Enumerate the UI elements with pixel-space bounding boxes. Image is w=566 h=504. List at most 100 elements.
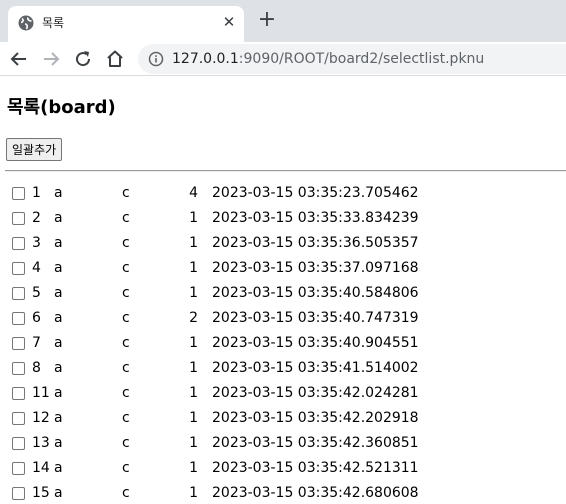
row-number: 8 (32, 360, 41, 376)
row-checkbox[interactable] (12, 462, 25, 475)
row-checkbox[interactable] (12, 337, 25, 350)
row-date: 2023-03-15 03:35:36.505357 (212, 235, 419, 251)
row-writer: c (122, 485, 130, 501)
row-date: 2023-03-15 03:35:40.747319 (212, 310, 419, 326)
row-checkbox[interactable] (12, 312, 25, 325)
row-checkbox[interactable] (12, 262, 25, 275)
row-writer: c (122, 385, 130, 401)
row-writer: c (122, 460, 130, 476)
row-number: 6 (32, 310, 41, 326)
page-title: 목록(board) (7, 97, 116, 118)
list-item: 13 a c 1 2023-03-15 03:35:42.360851 (0, 431, 566, 456)
row-count: 4 (189, 185, 198, 201)
row-count: 1 (189, 410, 198, 426)
info-icon[interactable] (148, 51, 164, 67)
list-item: 6 a c 2 2023-03-15 03:35:40.747319 (0, 306, 566, 331)
row-writer: c (122, 435, 130, 451)
row-title: a (54, 260, 63, 276)
row-title: a (54, 360, 63, 376)
row-number: 14 (32, 460, 50, 476)
new-tab-icon[interactable]: + (256, 9, 278, 32)
row-date: 2023-03-15 03:35:23.705462 (212, 185, 419, 201)
row-number: 12 (32, 410, 50, 426)
url-path: :9090/ROOT/board2/selectlist.pknu (238, 51, 485, 67)
row-number: 11 (32, 385, 50, 401)
row-date: 2023-03-15 03:35:41.514002 (212, 360, 419, 376)
row-writer: c (122, 210, 130, 226)
row-count: 1 (189, 385, 198, 401)
row-date: 2023-03-15 03:35:33.834239 (212, 210, 419, 226)
row-number: 5 (32, 285, 41, 301)
row-title: a (54, 235, 63, 251)
bulk-add-button[interactable]: 일괄추가 (6, 138, 63, 161)
row-writer: c (122, 260, 130, 276)
row-title: a (54, 460, 63, 476)
row-count: 1 (189, 435, 198, 451)
browser-toolbar: 127.0.0.1:9090/ROOT/board2/selectlist.pk… (0, 42, 566, 76)
list-item: 4 a c 1 2023-03-15 03:35:37.097168 (0, 256, 566, 281)
url-text: 127.0.0.1:9090/ROOT/board2/selectlist.pk… (172, 50, 484, 68)
forward-arrow-icon[interactable] (39, 47, 63, 71)
row-title: a (54, 185, 63, 201)
row-title: a (54, 485, 63, 501)
row-title: a (54, 410, 63, 426)
row-number: 4 (32, 260, 41, 276)
list-item: 14 a c 1 2023-03-15 03:35:42.521311 (0, 456, 566, 481)
row-title: a (54, 385, 63, 401)
row-number: 2 (32, 210, 41, 226)
reload-icon[interactable] (71, 47, 95, 71)
row-date: 2023-03-15 03:35:42.521311 (212, 460, 419, 476)
row-checkbox[interactable] (12, 287, 25, 300)
row-number: 15 (32, 485, 50, 501)
row-title: a (54, 335, 63, 351)
board-list: 1 a c 4 2023-03-15 03:35:23.705462 2 a c 1 2023-0… (0, 181, 566, 504)
row-date: 2023-03-15 03:35:42.024281 (212, 385, 419, 401)
row-writer: c (122, 235, 130, 251)
row-date: 2023-03-15 03:35:42.680608 (212, 485, 419, 501)
row-checkbox[interactable] (12, 237, 25, 250)
row-writer: c (122, 335, 130, 351)
browser-tab-strip: 목록 ✕ + (0, 0, 566, 42)
row-writer: c (122, 285, 130, 301)
row-writer: c (122, 310, 130, 326)
row-date: 2023-03-15 03:35:42.202918 (212, 410, 419, 426)
row-count: 1 (189, 460, 198, 476)
browser-tab[interactable]: 목록 ✕ (8, 6, 244, 42)
row-date: 2023-03-15 03:35:42.360851 (212, 435, 419, 451)
row-count: 2 (189, 310, 198, 326)
list-item: 1 a c 4 2023-03-15 03:35:23.705462 (0, 181, 566, 206)
row-checkbox[interactable] (12, 212, 25, 225)
row-writer: c (122, 410, 130, 426)
row-count: 1 (189, 235, 198, 251)
row-number: 7 (32, 335, 41, 351)
row-title: a (54, 435, 63, 451)
row-writer: c (122, 360, 130, 376)
row-count: 1 (189, 285, 198, 301)
close-icon[interactable]: ✕ (220, 13, 238, 31)
row-checkbox[interactable] (12, 412, 25, 425)
row-title: a (54, 210, 63, 226)
row-number: 13 (32, 435, 50, 451)
address-bar[interactable]: 127.0.0.1:9090/ROOT/board2/selectlist.pk… (138, 44, 566, 74)
back-arrow-icon[interactable] (7, 47, 31, 71)
row-checkbox[interactable] (12, 187, 25, 200)
row-number: 1 (32, 185, 41, 201)
home-icon[interactable] (103, 47, 127, 71)
row-checkbox[interactable] (12, 487, 25, 500)
row-checkbox[interactable] (12, 437, 25, 450)
row-checkbox[interactable] (12, 387, 25, 400)
list-item: 15 a c 1 2023-03-15 03:35:42.680608 (0, 481, 566, 504)
row-number: 3 (32, 235, 41, 251)
row-count: 1 (189, 485, 198, 501)
list-item: 3 a c 1 2023-03-15 03:35:36.505357 (0, 231, 566, 256)
page-content: 목록(board) 일괄추가 1 a c 4 2023-03-15 03:35:23.7… (0, 77, 566, 504)
row-writer: c (122, 185, 130, 201)
row-count: 1 (189, 360, 198, 376)
horizontal-rule (5, 170, 566, 172)
list-item: 2 a c 1 2023-03-15 03:35:33.834239 (0, 206, 566, 231)
list-item: 8 a c 1 2023-03-15 03:35:41.514002 (0, 356, 566, 381)
row-checkbox[interactable] (12, 362, 25, 375)
tab-title: 목록 (42, 16, 65, 30)
row-title: a (54, 310, 63, 326)
list-item: 7 a c 1 2023-03-15 03:35:40.904551 (0, 331, 566, 356)
